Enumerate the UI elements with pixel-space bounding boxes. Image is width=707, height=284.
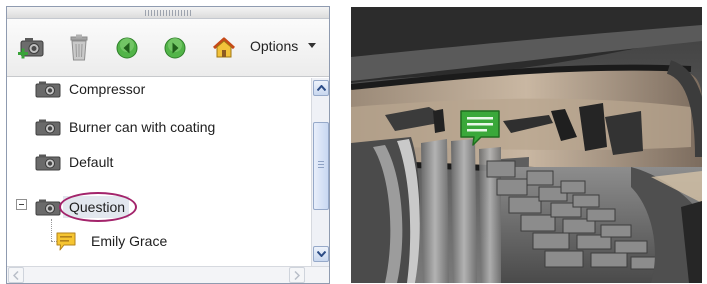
tree-item-burner-can[interactable]: Burner can with coating: [35, 115, 215, 139]
tree-item-label: Emily Grace: [91, 233, 168, 249]
comment-icon: [56, 232, 76, 251]
model-viewport[interactable]: [351, 7, 702, 283]
house-icon: [212, 37, 236, 58]
collapse-toggle[interactable]: [16, 199, 27, 210]
tree-item-label: Compressor: [69, 81, 146, 97]
chevron-down-icon[interactable]: [308, 43, 316, 48]
options-menu-label[interactable]: Options: [250, 38, 298, 54]
camera-icon: [35, 154, 61, 171]
arrow-left-icon: [116, 37, 138, 59]
tree-connector: [51, 219, 52, 241]
scroll-right-button[interactable]: [289, 267, 305, 283]
previous-button[interactable]: [112, 33, 142, 63]
chevron-left-icon: [13, 270, 19, 280]
home-button[interactable]: [209, 33, 239, 63]
camera-icon: [35, 119, 61, 136]
scroll-thumb[interactable]: [313, 122, 329, 210]
horizontal-scrollbar[interactable]: [7, 266, 329, 283]
camera-add-icon: [18, 38, 44, 59]
add-view-button[interactable]: [17, 33, 47, 63]
scroll-left-button[interactable]: [8, 267, 24, 283]
views-panel: Options Compressor Burner can with coati…: [6, 6, 330, 284]
scroll-up-button[interactable]: [313, 80, 329, 96]
chevron-up-icon: [316, 85, 326, 91]
vertical-scrollbar[interactable]: [311, 78, 329, 266]
panel-grip-handle[interactable]: [145, 10, 191, 16]
tree-item-compressor[interactable]: Compressor: [35, 77, 145, 101]
tree-item-comment[interactable]: Emily Grace: [55, 229, 167, 253]
panel-title-bar[interactable]: [7, 7, 329, 19]
delete-button[interactable]: [64, 33, 94, 63]
tree-item-default[interactable]: Default: [35, 150, 113, 174]
next-button[interactable]: [160, 33, 190, 63]
highlight-ring: [59, 192, 137, 222]
panel-toolbar: Options: [7, 19, 329, 77]
chevron-right-icon: [294, 270, 300, 280]
arrow-right-icon: [164, 37, 186, 59]
tree-item-label: Default: [69, 154, 114, 170]
scroll-down-button[interactable]: [313, 246, 329, 262]
chevron-down-icon: [316, 251, 326, 257]
engine-3d-render: [351, 7, 702, 283]
camera-icon: [35, 199, 61, 216]
tree-item-label: Burner can with coating: [69, 119, 216, 135]
camera-icon: [35, 81, 61, 98]
trash-icon: [70, 34, 88, 61]
